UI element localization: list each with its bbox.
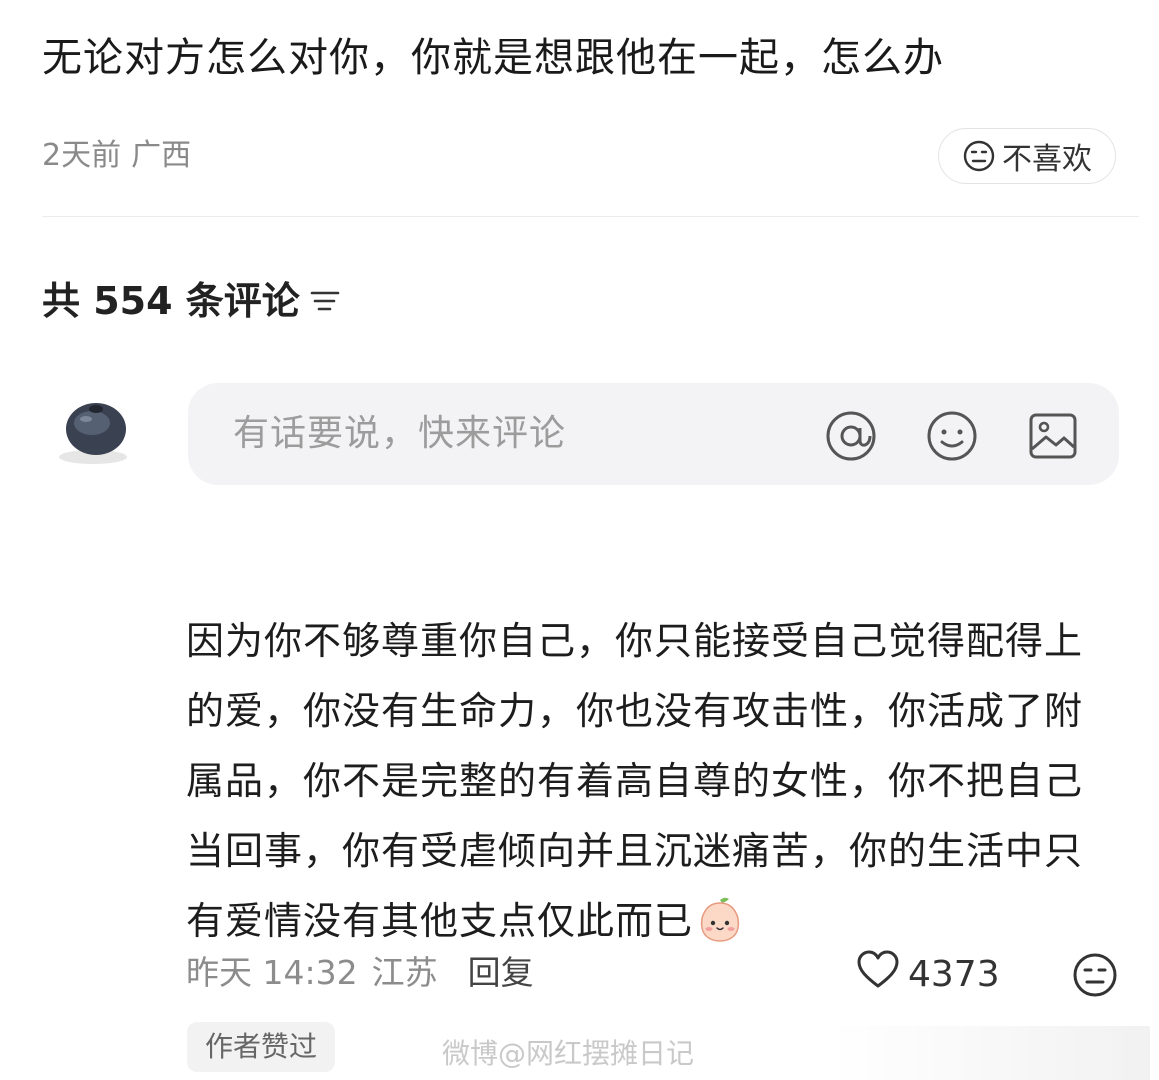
like-button[interactable]: 4373 xyxy=(856,950,1000,999)
comment-location: 江苏 xyxy=(371,953,438,992)
post-time: 2天前 xyxy=(42,138,122,173)
post-title: 无论对方怎么对你，你就是想跟他在一起，怎么办 xyxy=(42,35,944,81)
image-icon[interactable] xyxy=(1026,409,1080,463)
comment-text-block: 因为你不够尊重你自己，你只能接受自己觉得配得上的爱，你没有生命力，你也没有攻击性… xyxy=(186,606,1116,966)
divider xyxy=(42,216,1139,217)
sort-icon[interactable] xyxy=(310,288,340,314)
post-meta: 2天前 广西 xyxy=(42,134,191,178)
comment-time: 昨天 14:32 xyxy=(186,953,358,992)
emoji-icon[interactable] xyxy=(925,409,979,463)
dislike-button[interactable]: 不喜欢 xyxy=(938,128,1116,184)
comment-dislike-button[interactable] xyxy=(1072,952,1118,1002)
author-liked-badge: 作者赞过 xyxy=(187,1022,336,1072)
watermark: 微博@网红摆摊日记 xyxy=(442,1037,695,1070)
like-count: 4373 xyxy=(908,954,1000,995)
comment-input-box[interactable]: 有话要说，快来评论 xyxy=(188,383,1119,485)
comment-count-header: 共 554 条评论 xyxy=(42,275,340,327)
peach-emoji-icon xyxy=(695,894,745,966)
reply-button[interactable]: 回复 xyxy=(468,953,534,992)
heart-icon[interactable] xyxy=(856,950,900,999)
post-location: 广西 xyxy=(131,138,192,173)
dislike-face-icon xyxy=(962,139,996,173)
avatar[interactable] xyxy=(48,395,134,469)
comment-input[interactable]: 有话要说，快来评论 xyxy=(233,411,566,457)
comment-text: 因为你不够尊重你自己，你只能接受自己觉得配得上的爱，你没有生命力，你也没有攻击性… xyxy=(186,619,1084,943)
bottom-fade xyxy=(830,1026,1150,1080)
at-icon[interactable] xyxy=(824,409,878,463)
comment-meta: 昨天 14:32 江苏 回复 xyxy=(186,948,534,998)
dislike-label: 不喜欢 xyxy=(1002,142,1092,177)
comment-count: 共 554 条评论 xyxy=(42,279,300,323)
